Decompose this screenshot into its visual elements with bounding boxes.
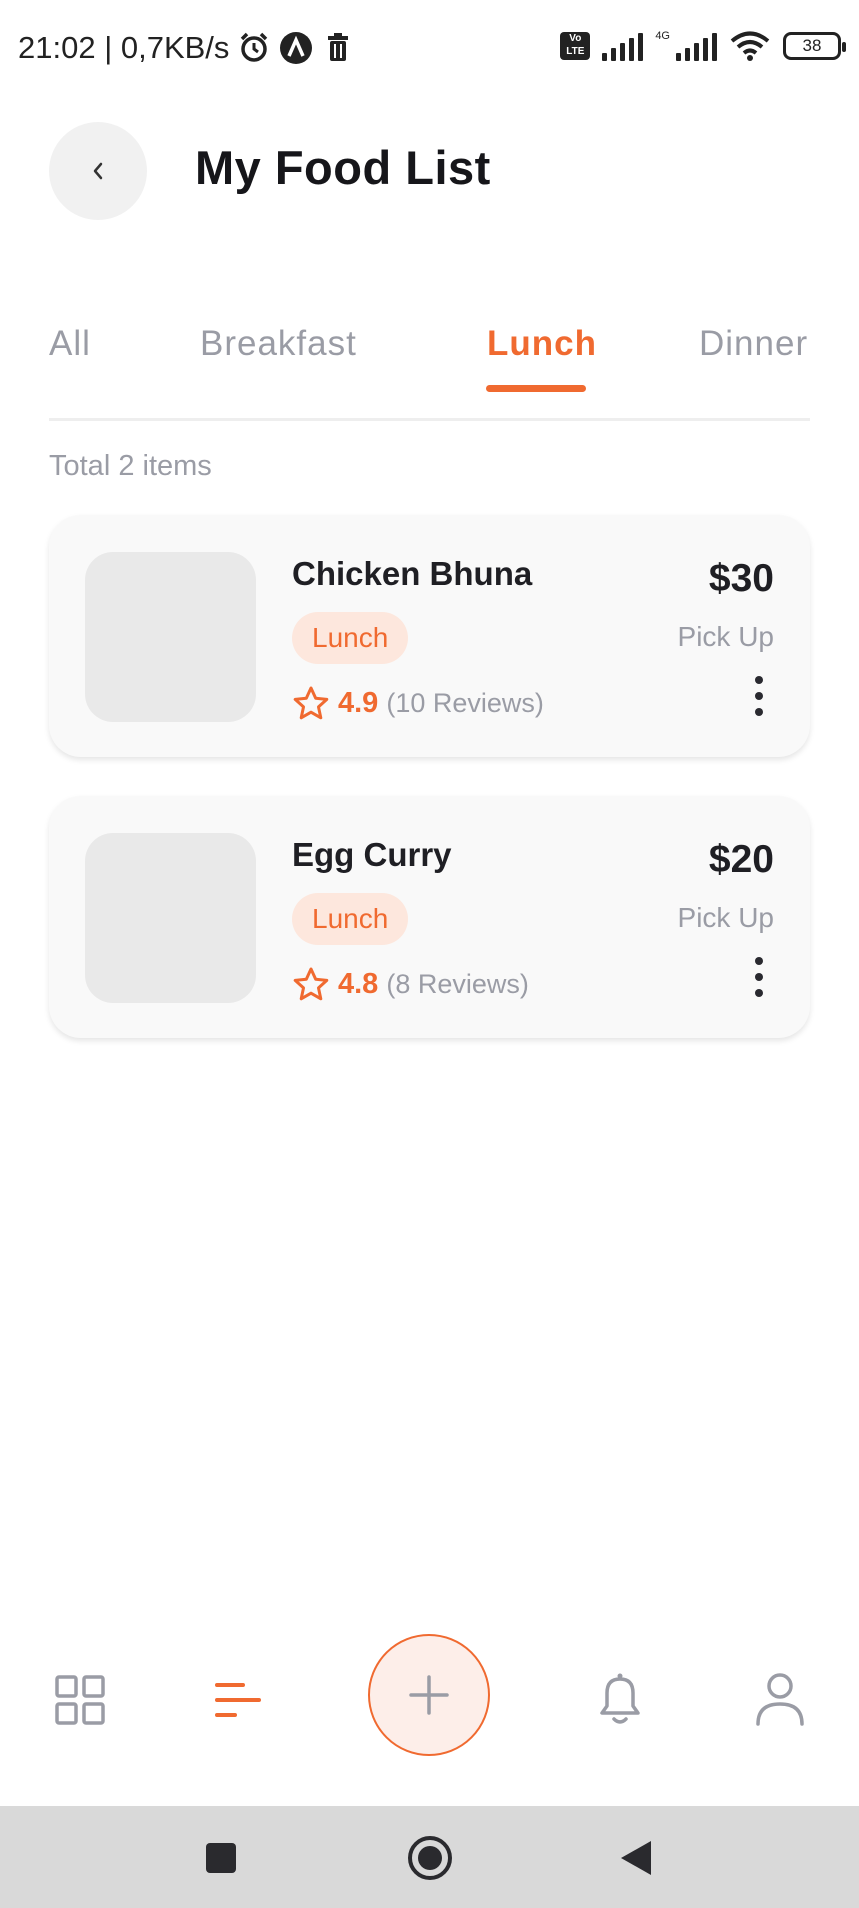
list-icon (215, 1683, 261, 1717)
wifi-icon (730, 31, 770, 61)
back-nav-button[interactable] (618, 1840, 654, 1876)
nav-profile[interactable] (750, 1666, 810, 1732)
tab-lunch[interactable]: Lunch (487, 324, 597, 364)
tab-dinner[interactable]: Dinner (699, 324, 808, 364)
food-name: Chicken Bhuna (292, 555, 533, 592)
rating-value: 4.9 (338, 686, 379, 719)
triangle-back-icon (621, 1841, 651, 1875)
star-icon (293, 686, 329, 720)
category-badge: Lunch (292, 612, 409, 664)
rating: 4.9 (10 Reviews) (292, 685, 544, 721)
net-type-label: 4G (655, 30, 670, 42)
review-count: (8 Reviews) (386, 968, 529, 999)
more-options-icon[interactable] (754, 957, 764, 997)
status-bar: 21:02 | 0,7KB/s Vo LTE 4G 38 (0, 0, 859, 100)
rating: 4.8 (8 Reviews) (292, 966, 529, 1002)
status-time: 21:02 | 0,7KB/s (18, 30, 230, 65)
total-items-label: Total 2 items (49, 450, 212, 482)
review-count: (10 Reviews) (386, 687, 544, 718)
status-left: 21:02 | 0,7KB/s (18, 30, 355, 66)
food-image (85, 833, 256, 1003)
delivery-mode: Pick Up (677, 621, 774, 652)
battery-icon: 38 (783, 32, 846, 60)
category-tabs: All Breakfast Lunch Dinner (49, 318, 810, 421)
delivery-mode: Pick Up (677, 902, 774, 933)
add-item-button[interactable] (368, 1634, 490, 1756)
nav-notifications[interactable] (590, 1666, 650, 1732)
grid-icon (55, 1675, 105, 1725)
chevron-left-icon (93, 162, 103, 180)
volte-icon: Vo LTE (560, 32, 591, 60)
bottom-nav (0, 1620, 859, 1800)
recents-button[interactable] (203, 1840, 239, 1876)
rating-value: 4.8 (338, 967, 379, 1000)
back-button[interactable] (49, 122, 147, 220)
nav-food-list[interactable] (208, 1670, 268, 1730)
status-right: Vo LTE 4G 38 (560, 30, 846, 62)
home-button[interactable] (406, 1834, 454, 1882)
signal-icon (602, 31, 644, 61)
app-a-icon (280, 32, 313, 64)
bell-icon (600, 1673, 640, 1724)
page-title: My Food List (195, 141, 491, 194)
food-image (85, 552, 256, 722)
system-nav-bar (0, 1806, 859, 1908)
category-badge: Lunch (292, 893, 409, 945)
tab-all[interactable]: All (49, 324, 91, 364)
food-price: $20 (708, 838, 774, 881)
food-name: Egg Curry (292, 836, 452, 873)
star-icon (293, 967, 329, 1001)
home-circle-icon (408, 1836, 452, 1880)
nav-dashboard[interactable] (50, 1670, 110, 1730)
trash-icon (328, 33, 349, 61)
alarm-icon (241, 32, 268, 62)
plus-icon (409, 1675, 449, 1715)
food-card[interactable]: Chicken Bhuna Lunch 4.9 (10 Reviews) $30… (49, 515, 810, 757)
signal-4g-icon (676, 31, 717, 61)
tab-breakfast[interactable]: Breakfast (200, 324, 357, 364)
food-price: $30 (708, 557, 774, 600)
more-options-icon[interactable] (754, 676, 764, 716)
square-icon (206, 1843, 236, 1873)
food-card[interactable]: Egg Curry Lunch 4.8 (8 Reviews) $20 Pick… (49, 796, 810, 1038)
active-tab-indicator (486, 385, 586, 392)
user-icon (756, 1673, 804, 1726)
